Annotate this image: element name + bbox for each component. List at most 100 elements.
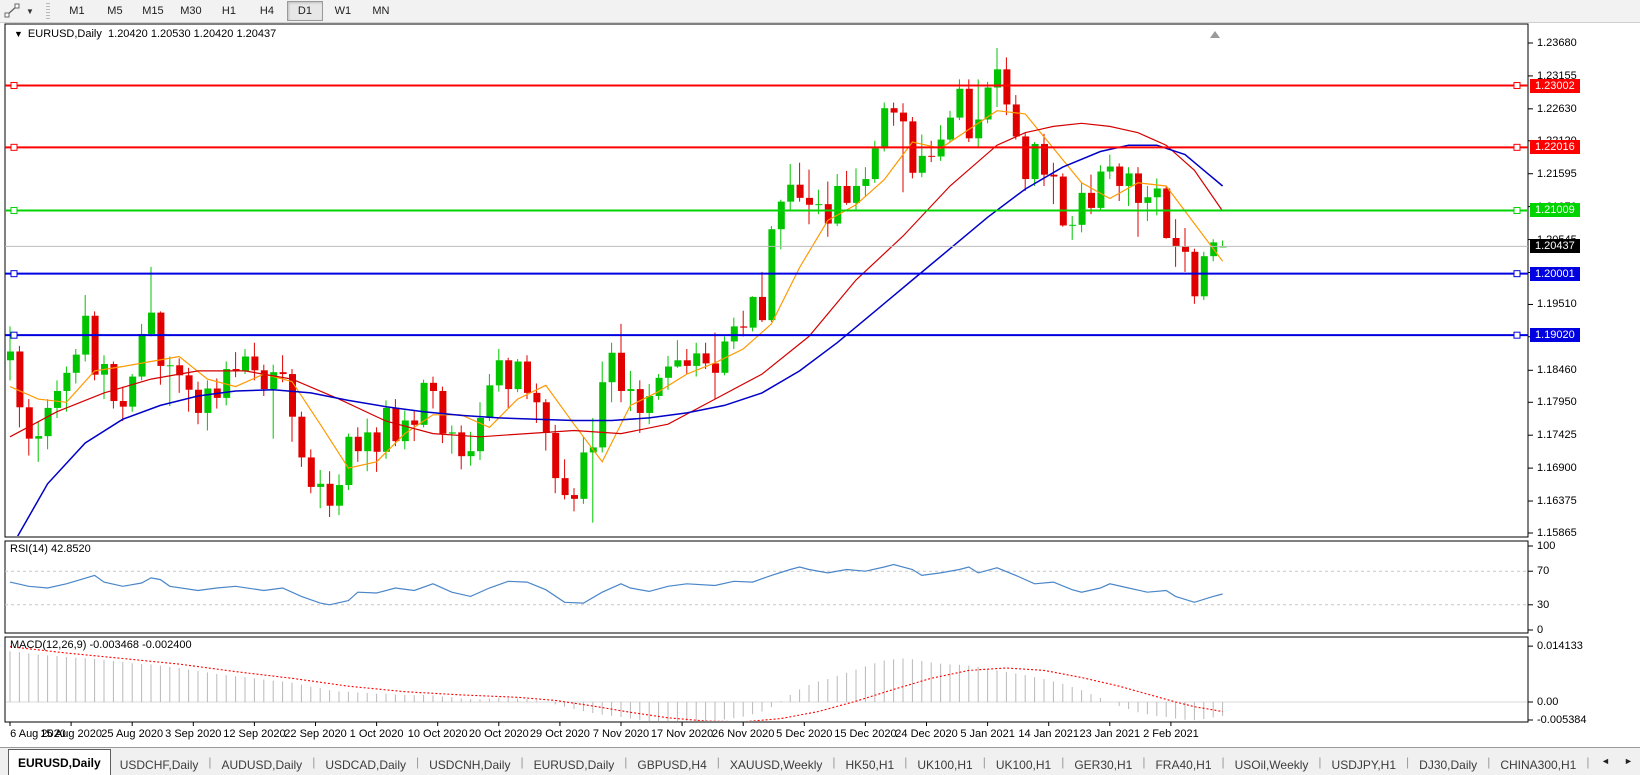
date-axis-label: 12 Sep 2020 bbox=[223, 728, 285, 740]
line-endpoint-handle[interactable] bbox=[1514, 207, 1520, 213]
chart-tab-audusd-daily[interactable]: AUDUSD,Daily bbox=[213, 754, 312, 775]
current-price-badge: 1.20437 bbox=[1530, 239, 1580, 253]
candle bbox=[120, 401, 127, 407]
timeframe-button-h4[interactable]: H4 bbox=[249, 1, 285, 21]
main-chart-panel[interactable] bbox=[5, 24, 1528, 537]
candle bbox=[327, 484, 334, 506]
price-axis-tick-label: 1.23680 bbox=[1537, 37, 1577, 49]
chart-tab-hk50-h1[interactable]: HK50,H1 bbox=[836, 754, 903, 775]
candle bbox=[928, 156, 935, 157]
candle bbox=[16, 351, 23, 407]
tab-scroll-controls: ◄ ► bbox=[1594, 748, 1640, 774]
candle bbox=[768, 229, 775, 320]
line-endpoint-handle[interactable] bbox=[11, 207, 17, 213]
tab-scroll-left-icon[interactable]: ◄ bbox=[1601, 756, 1610, 766]
candle bbox=[1154, 188, 1161, 197]
candle bbox=[674, 360, 681, 366]
timeframe-button-w1[interactable]: W1 bbox=[325, 1, 361, 21]
timeframe-toolbar: ▼ M1M5M15M30H1H4D1W1MN bbox=[0, 0, 1640, 23]
chart-tab-ger30-h1[interactable]: GER30,H1 bbox=[1065, 754, 1141, 775]
macd-scale-label: 0.00 bbox=[1537, 696, 1558, 708]
candle bbox=[599, 382, 606, 447]
chart-tab-eurusd-daily[interactable]: EURUSD,Daily bbox=[525, 754, 624, 775]
chart-tab-usdcnh-daily[interactable]: USDCNH,Daily bbox=[420, 754, 519, 775]
candle bbox=[627, 389, 634, 391]
candle bbox=[430, 383, 437, 391]
candle bbox=[571, 495, 578, 499]
chart-tab-fra40-h1[interactable]: FRA40,H1 bbox=[1146, 754, 1220, 775]
chart-tab-usdchf-daily[interactable]: USDCHF,Daily bbox=[111, 754, 208, 775]
line-endpoint-handle[interactable] bbox=[11, 271, 17, 277]
collapse-indicator-icon[interactable]: ▼ bbox=[14, 29, 23, 39]
candle bbox=[844, 186, 851, 203]
candle bbox=[1069, 225, 1076, 226]
macd-panel[interactable] bbox=[5, 637, 1528, 722]
candle bbox=[261, 370, 268, 389]
candle bbox=[270, 372, 277, 389]
line-endpoint-handle[interactable] bbox=[11, 332, 17, 338]
tool-dropdown-caret-icon[interactable]: ▼ bbox=[26, 7, 34, 16]
tab-scroll-right-icon[interactable]: ► bbox=[1624, 756, 1633, 766]
chart-tab-usdcad-daily[interactable]: USDCAD,Daily bbox=[316, 754, 415, 775]
date-axis-label: 15 Aug 2020 bbox=[40, 728, 102, 740]
date-axis-label: 7 Nov 2020 bbox=[593, 728, 649, 740]
toolbar-grip[interactable] bbox=[46, 3, 50, 19]
chart-tab-usoil-weekly[interactable]: USOil,Weekly bbox=[1226, 754, 1318, 775]
line-endpoint-handle[interactable] bbox=[1514, 271, 1520, 277]
rsi-scale-label: 70 bbox=[1537, 565, 1549, 577]
chart-tab-china300-h1[interactable]: CHINA300,H1 bbox=[1491, 754, 1585, 775]
macd-scale-label: 0.014133 bbox=[1537, 640, 1583, 652]
chart-tab-uk100-h1[interactable]: UK100,H1 bbox=[987, 754, 1060, 775]
chart-tab-xauusd-weekly[interactable]: XAUUSD,Weekly bbox=[721, 754, 831, 775]
timeframe-button-mn[interactable]: MN bbox=[363, 1, 399, 21]
chart-tab-gbpusd-h4[interactable]: GBPUSD,H4 bbox=[628, 754, 715, 775]
date-axis-label: 3 Sep 2020 bbox=[165, 728, 221, 740]
chart-shift-marker[interactable] bbox=[1210, 31, 1220, 38]
candle bbox=[92, 316, 99, 375]
candle bbox=[364, 432, 371, 451]
timeframe-button-h1[interactable]: H1 bbox=[211, 1, 247, 21]
date-axis-label: 20 Oct 2020 bbox=[469, 728, 529, 740]
chart-tab-dj30-daily[interactable]: DJ30,Daily bbox=[1410, 754, 1486, 775]
date-axis-label: 26 Nov 2020 bbox=[712, 728, 774, 740]
timeframe-button-d1[interactable]: D1 bbox=[287, 1, 323, 21]
candle bbox=[1088, 193, 1095, 208]
candle bbox=[862, 179, 869, 186]
chart-tab-uk100-h1[interactable]: UK100,H1 bbox=[908, 754, 981, 775]
line-endpoint-handle[interactable] bbox=[1514, 332, 1520, 338]
candle bbox=[468, 451, 475, 456]
chart-canvas[interactable] bbox=[0, 0, 1640, 774]
candle bbox=[815, 204, 822, 205]
candle bbox=[298, 417, 305, 458]
price-level-badge: 1.21009 bbox=[1530, 203, 1580, 217]
candle bbox=[54, 391, 61, 408]
line-endpoint-handle[interactable] bbox=[1514, 83, 1520, 89]
candle bbox=[1022, 136, 1029, 179]
candle bbox=[750, 297, 757, 328]
trendline-tool-icon[interactable] bbox=[4, 3, 22, 19]
candle bbox=[1135, 173, 1142, 202]
candle bbox=[947, 118, 954, 140]
line-endpoint-handle[interactable] bbox=[1514, 144, 1520, 150]
chart-tab-usdjpy-h1[interactable]: USDJPY,H1 bbox=[1323, 754, 1405, 775]
candle bbox=[449, 432, 456, 433]
rsi-scale-label: 0 bbox=[1537, 624, 1543, 636]
candle bbox=[1013, 104, 1020, 136]
candle bbox=[524, 362, 531, 393]
line-endpoint-handle[interactable] bbox=[11, 144, 17, 150]
timeframe-button-m1[interactable]: M1 bbox=[59, 1, 95, 21]
candle bbox=[486, 385, 493, 418]
line-endpoint-handle[interactable] bbox=[11, 83, 17, 89]
chart-title: ▼EURUSD,Daily 1.20420 1.20530 1.20420 1.… bbox=[14, 28, 276, 40]
candle bbox=[1126, 173, 1133, 186]
timeframe-button-m15[interactable]: M15 bbox=[135, 1, 171, 21]
candle bbox=[693, 353, 700, 366]
timeframe-button-m30[interactable]: M30 bbox=[173, 1, 209, 21]
candle bbox=[703, 353, 710, 363]
chart-tab-eurusd-daily[interactable]: EURUSD,Daily bbox=[8, 749, 111, 775]
candle bbox=[778, 202, 785, 230]
candle bbox=[63, 373, 70, 391]
candle bbox=[336, 485, 343, 506]
candle bbox=[345, 437, 352, 485]
timeframe-button-m5[interactable]: M5 bbox=[97, 1, 133, 21]
